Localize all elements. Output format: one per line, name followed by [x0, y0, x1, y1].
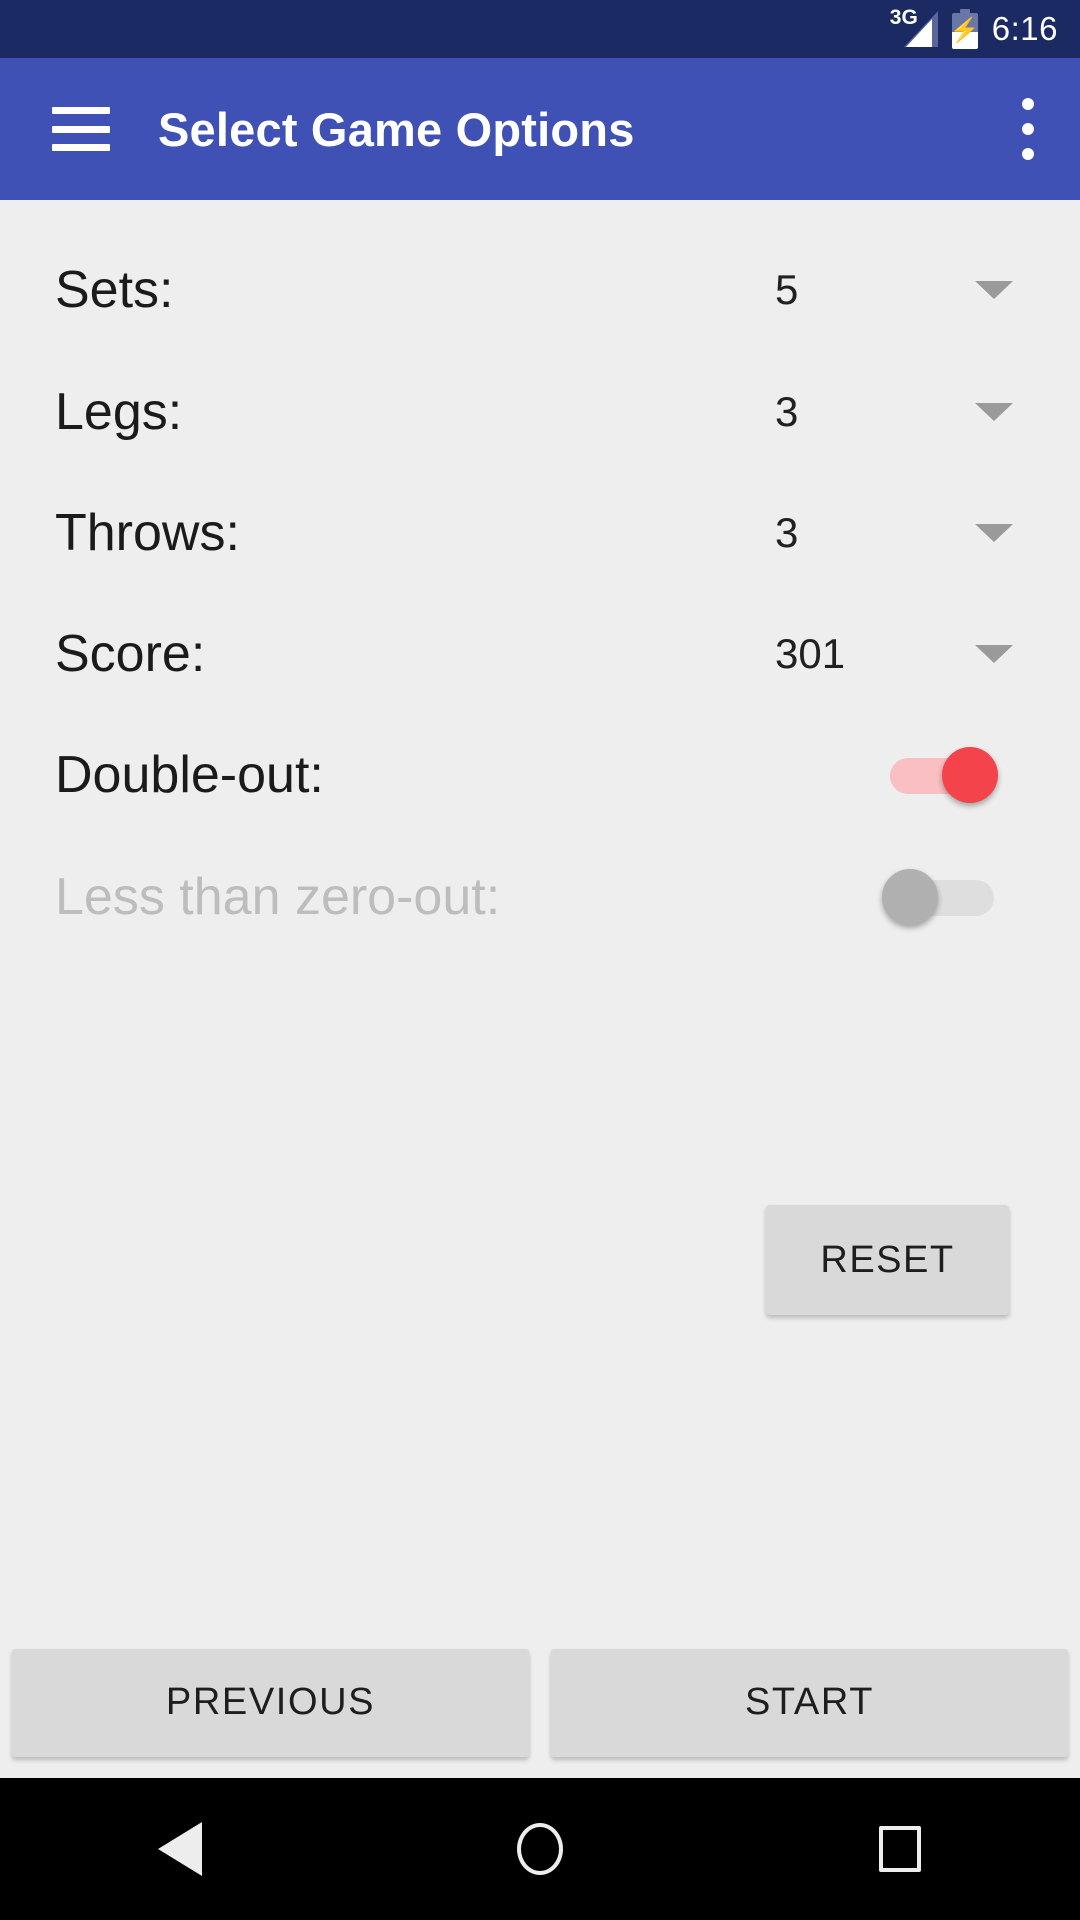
overflow-dot-3 [1022, 148, 1034, 160]
signal-3g-icon: 3G [890, 7, 938, 49]
option-label-throws: Throws: [55, 504, 240, 562]
chevron-down-icon-sets[interactable] [975, 281, 1013, 299]
hamburger-bar-2 [52, 125, 110, 133]
home-icon [517, 1823, 563, 1875]
overflow-menu-icon[interactable] [1022, 98, 1034, 160]
signal-bars-filled [905, 19, 932, 47]
battery-charging-icon: ⚡ [949, 9, 980, 49]
option-value-sets: 5 [775, 266, 799, 313]
option-label-legs: Legs: [55, 383, 183, 441]
options-list: Sets: 5 Legs: 3 Throws: 3 Score: 301 Dou… [0, 200, 1080, 1635]
overflow-dot-1 [1022, 98, 1034, 110]
bottom-button-bar: PREVIOUS START [0, 1635, 1080, 1770]
overflow-dot-2 [1022, 123, 1034, 135]
previous-button[interactable]: PREVIOUS [12, 1648, 529, 1757]
option-label-sets: Sets: [55, 261, 174, 319]
hamburger-bar-3 [52, 144, 110, 151]
system-navigation-bar [0, 1778, 1080, 1920]
battery-bolt-icon: ⚡ [949, 17, 980, 44]
home-button[interactable] [480, 1799, 600, 1899]
chevron-down-icon-score[interactable] [975, 645, 1013, 663]
recents-button[interactable] [840, 1799, 960, 1899]
toggle-thumb-less-than-zero-out [882, 869, 938, 925]
hamburger-menu-icon[interactable] [52, 107, 110, 151]
option-label-score: Score: [55, 625, 206, 683]
page-title: Select Game Options [158, 102, 635, 156]
option-row-sets[interactable]: Sets: 5 [0, 250, 1080, 330]
back-button[interactable] [120, 1799, 240, 1899]
option-label-less-than-zero-out: Less than zero-out: [55, 868, 501, 926]
option-value-legs: 3 [775, 388, 799, 435]
chevron-down-icon-throws[interactable] [975, 524, 1013, 542]
reset-button[interactable]: RESET [766, 1205, 1009, 1315]
toggle-less-than-zero-out [882, 869, 1002, 925]
chevron-down-icon-legs[interactable] [975, 403, 1013, 421]
recents-icon [879, 1826, 921, 1872]
option-value-throws: 3 [775, 509, 799, 556]
option-row-score[interactable]: Score: 301 [0, 614, 1080, 694]
back-icon [158, 1822, 202, 1876]
status-bar-clock: 6:16 [991, 10, 1058, 47]
option-value-score: 301 [775, 630, 846, 677]
toggle-double-out[interactable] [890, 747, 1002, 803]
status-bar-icons: 3G ⚡ 6:16 [890, 7, 1058, 49]
app-bar: Select Game Options [0, 58, 1080, 200]
option-row-legs[interactable]: Legs: 3 [0, 372, 1080, 452]
option-row-throws[interactable]: Throws: 3 [0, 493, 1080, 573]
hamburger-bar-1 [52, 107, 110, 114]
status-bar: 3G ⚡ 6:16 [0, 0, 1080, 58]
toggle-thumb-double-out [942, 747, 998, 803]
option-label-double-out: Double-out: [55, 746, 324, 804]
start-button[interactable]: START [551, 1648, 1068, 1757]
option-row-double-out[interactable]: Double-out: [0, 735, 1080, 815]
option-row-less-than-zero-out: Less than zero-out: [0, 857, 1080, 937]
